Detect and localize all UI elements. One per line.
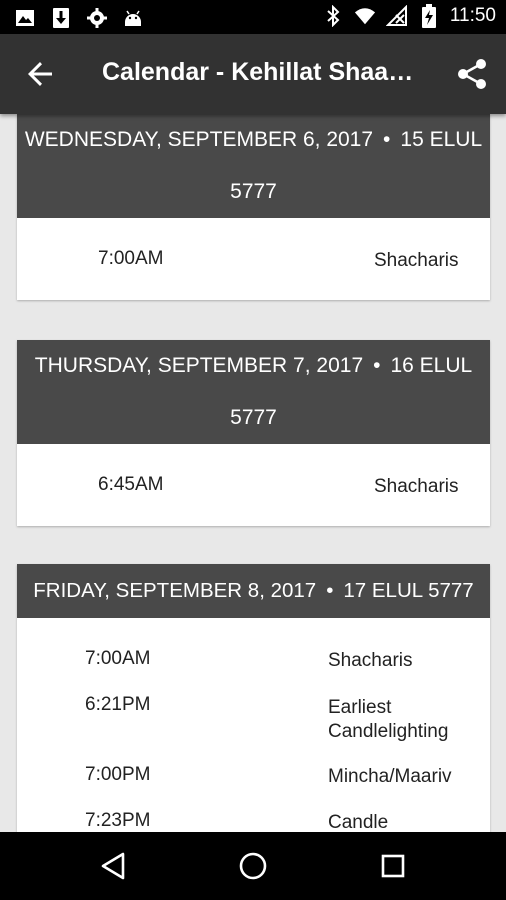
bluetooth-icon xyxy=(322,5,344,27)
day-separator: • xyxy=(383,128,391,151)
nav-back-icon xyxy=(101,852,125,880)
day-date: FRIDAY, SEPTEMBER 8, 2017 xyxy=(33,579,317,602)
status-bar-notifications xyxy=(14,7,144,29)
status-bar: 11:50 xyxy=(0,0,506,34)
app-bar: Calendar - Kehillat Shaa… xyxy=(0,34,506,114)
event-row[interactable]: 6:45AM Shacharis xyxy=(17,444,490,526)
event-row[interactable]: 7:00AM Shacharis xyxy=(17,618,490,671)
navigation-bar xyxy=(0,832,506,900)
event-time: 6:21PM xyxy=(85,694,151,715)
wifi-icon xyxy=(354,5,376,27)
download-icon xyxy=(50,7,72,29)
day-header: THURSDAY, SEPTEMBER 7, 2017 • 16 ELUL 5777 xyxy=(17,340,490,444)
event-name: Shacharis xyxy=(374,476,459,497)
day-card: THURSDAY, SEPTEMBER 7, 2017 • 16 ELUL 5777… xyxy=(17,340,490,526)
settings-icon xyxy=(86,7,108,29)
share-button[interactable] xyxy=(452,54,492,94)
nav-home-button[interactable] xyxy=(233,846,273,886)
calendar-list[interactable]: WEDNESDAY, SEPTEMBER 6, 2017 • 15 ELUL 577… xyxy=(0,114,506,832)
nav-back-button[interactable] xyxy=(93,846,133,886)
day-events: 7:00AM Shacharis xyxy=(17,218,490,300)
nav-recents-icon xyxy=(381,854,405,878)
day-header: FRIDAY, SEPTEMBER 8, 2017 • 17 ELUL 5777 xyxy=(17,564,490,618)
day-date: WEDNESDAY, SEPTEMBER 6, 2017 xyxy=(24,128,374,151)
event-time: 7:00AM xyxy=(98,248,164,269)
arrow-back-icon xyxy=(28,62,52,86)
day-events: 6:45AM Shacharis xyxy=(17,444,490,526)
day-separator: • xyxy=(373,354,381,377)
event-row[interactable]: 7:00PM Mincha/Maariv xyxy=(17,734,490,787)
day-events: 7:00AM Shacharis 6:21PM Earliest Candlel… xyxy=(17,618,490,832)
event-time: 6:45AM xyxy=(98,474,164,495)
day-hebrew-date: 17 ELUL 5777 xyxy=(343,579,474,602)
day-separator: • xyxy=(326,579,334,602)
status-bar-system: 11:50 xyxy=(322,4,496,28)
battery-icon xyxy=(418,4,440,28)
android-icon xyxy=(122,7,144,29)
nav-home-icon xyxy=(239,852,267,880)
event-row[interactable]: 6:21PM Earliest Candlelighting xyxy=(17,664,490,742)
no-signal-icon xyxy=(385,5,408,27)
nav-recents-button[interactable] xyxy=(373,846,413,886)
day-card: WEDNESDAY, SEPTEMBER 6, 2017 • 15 ELUL 577… xyxy=(17,114,490,300)
event-row[interactable]: 7:23PM Candle xyxy=(17,780,490,832)
back-button[interactable] xyxy=(22,56,58,92)
share-icon xyxy=(458,59,486,89)
day-date: THURSDAY, SEPTEMBER 7, 2017 xyxy=(34,354,364,377)
status-time: 11:50 xyxy=(449,5,496,26)
event-name: Candle xyxy=(328,812,389,832)
event-row[interactable]: 7:00AM Shacharis xyxy=(17,218,490,300)
page-title: Calendar - Kehillat Shaa… xyxy=(102,58,414,86)
event-time: 7:23PM xyxy=(85,810,151,831)
image-icon xyxy=(14,7,36,29)
day-header: WEDNESDAY, SEPTEMBER 6, 2017 • 15 ELUL 577… xyxy=(17,114,490,218)
day-card: FRIDAY, SEPTEMBER 8, 2017 • 17 ELUL 5777 7… xyxy=(17,564,490,832)
event-name: Shacharis xyxy=(374,250,459,271)
